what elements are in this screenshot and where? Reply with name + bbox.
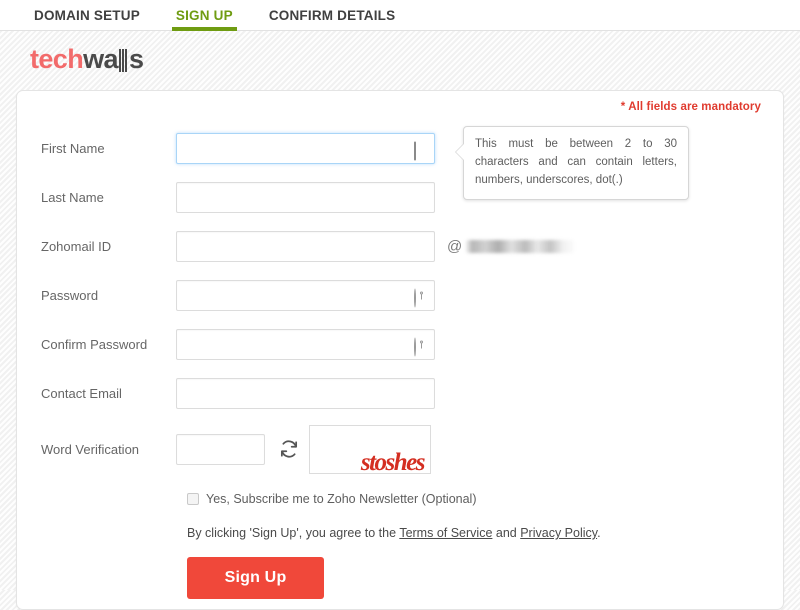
captcha-text: stoshes bbox=[360, 449, 426, 474]
top-navigation-bar: DOMAIN SETUP SIGN UP CONFIRM DETAILS bbox=[0, 0, 800, 31]
privacy-policy-link[interactable]: Privacy Policy bbox=[520, 526, 597, 540]
tab-sign-up-label: SIGN UP bbox=[175, 8, 233, 23]
zohomail-id-input[interactable] bbox=[176, 231, 435, 262]
last-name-input[interactable] bbox=[176, 182, 435, 213]
contact-email-input[interactable] bbox=[176, 378, 435, 409]
label-contact-email: Contact Email bbox=[41, 386, 122, 401]
label-confirm-password: Confirm Password bbox=[41, 337, 148, 352]
first-name-tooltip: This must be between 2 to 30 characters … bbox=[455, 126, 689, 201]
terms-suffix: . bbox=[597, 526, 601, 540]
terms-agreement-text: By clicking 'Sign Up', you agree to the … bbox=[17, 526, 783, 540]
confirm-password-input[interactable] bbox=[176, 329, 435, 360]
captcha-image: stoshes bbox=[309, 424, 431, 474]
field-wrap-last-name bbox=[176, 182, 435, 213]
logo-bars-icon bbox=[118, 49, 128, 72]
tab-confirm-details[interactable]: CONFIRM DETAILS bbox=[251, 0, 414, 31]
password-input[interactable] bbox=[176, 280, 435, 311]
tab-domain-setup-label: DOMAIN SETUP bbox=[34, 8, 140, 23]
techwalls-logo[interactable]: techwa s bbox=[30, 44, 144, 74]
form-row-zohomail-id: Zohomail ID @ bbox=[17, 222, 783, 271]
at-symbol: @ bbox=[447, 238, 463, 255]
field-wrap-first-name bbox=[176, 133, 435, 164]
label-last-name: Last Name bbox=[41, 190, 104, 205]
mandatory-fields-note: * All fields are mandatory bbox=[620, 101, 761, 113]
domain-suffix-group: @ bbox=[447, 238, 575, 255]
logo-text-wa: wa bbox=[83, 44, 118, 74]
field-wrap-contact-email bbox=[176, 378, 435, 409]
redacted-domain-name bbox=[466, 240, 575, 253]
label-password: Password bbox=[41, 288, 99, 303]
field-wrap-zohomail-id bbox=[176, 231, 435, 262]
logo-text-tech: tech bbox=[30, 44, 84, 74]
newsletter-checkbox[interactable] bbox=[187, 493, 199, 505]
nav-tab-list: DOMAIN SETUP SIGN UP CONFIRM DETAILS bbox=[0, 0, 800, 31]
newsletter-row: Yes, Subscribe me to Zoho Newsletter (Op… bbox=[17, 492, 783, 506]
newsletter-label: Yes, Subscribe me to Zoho Newsletter (Op… bbox=[206, 492, 477, 506]
logo-text-s: s bbox=[128, 44, 144, 74]
label-word-verification: Word Verification bbox=[41, 441, 140, 457]
label-first-name: First Name bbox=[41, 141, 105, 156]
submit-row: Sign Up bbox=[17, 557, 783, 599]
form-row-password: Password bbox=[17, 271, 783, 320]
tab-sign-up[interactable]: SIGN UP bbox=[158, 0, 251, 31]
label-zohomail-id: Zohomail ID bbox=[41, 239, 112, 254]
first-name-input[interactable] bbox=[176, 133, 435, 164]
terms-middle: and bbox=[492, 526, 521, 540]
signup-card: * All fields are mandatory First Name La… bbox=[16, 90, 784, 610]
form-row-confirm-password: Confirm Password bbox=[17, 320, 783, 369]
sign-up-button[interactable]: Sign Up bbox=[187, 557, 324, 599]
field-wrap-confirm-password bbox=[176, 329, 435, 360]
tab-confirm-details-label: CONFIRM DETAILS bbox=[268, 8, 396, 23]
word-verification-input[interactable] bbox=[176, 433, 265, 465]
terms-of-service-link[interactable]: Terms of Service bbox=[399, 526, 492, 540]
refresh-icon[interactable] bbox=[278, 438, 300, 460]
terms-prefix: By clicking 'Sign Up', you agree to the bbox=[187, 526, 400, 540]
form-row-contact-email: Contact Email bbox=[17, 369, 783, 418]
field-wrap-password bbox=[176, 280, 435, 311]
form-row-word-verification: Word Verification stoshes bbox=[17, 418, 783, 480]
tab-domain-setup[interactable]: DOMAIN SETUP bbox=[16, 0, 158, 31]
